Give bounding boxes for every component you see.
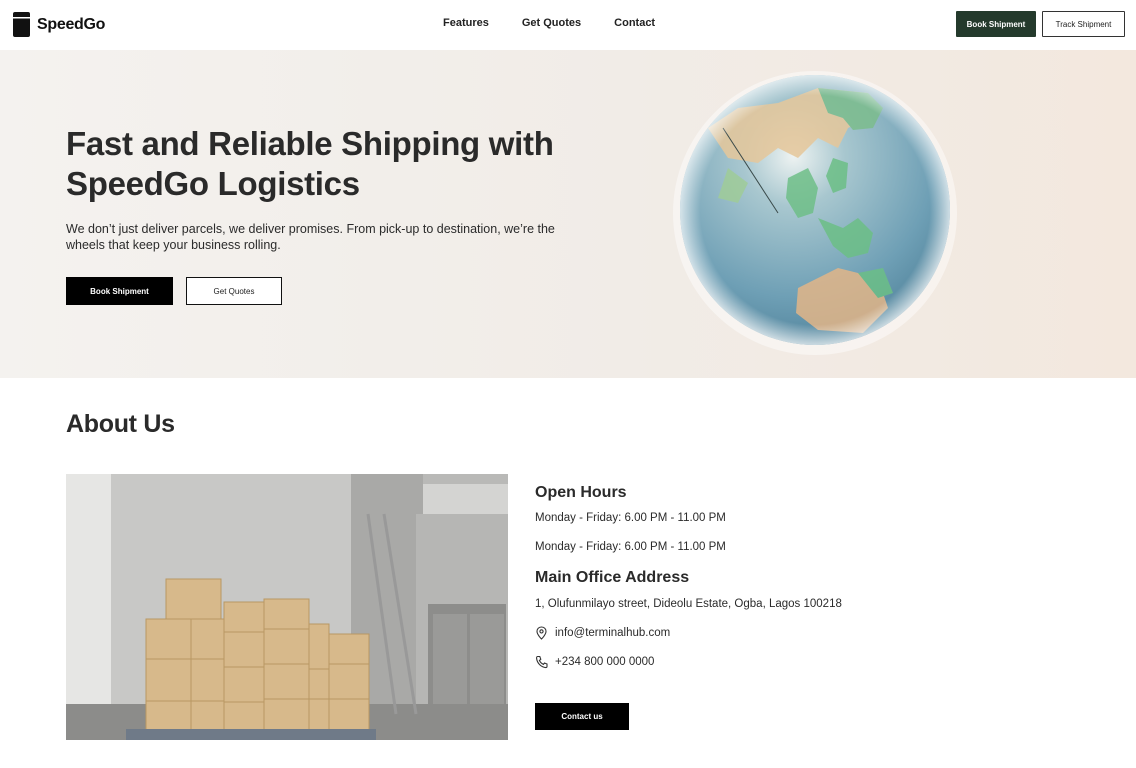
hours-line-1: Monday - Friday: 6.00 PM - 11.00 PM (535, 512, 726, 524)
hero-subtitle: We don’t just deliver parcels, we delive… (66, 222, 555, 252)
warehouse-photo (66, 474, 508, 740)
track-shipment-button[interactable]: Track Shipment (1042, 11, 1125, 37)
nav-link-features[interactable]: Features (443, 17, 489, 29)
email-text[interactable]: info@terminalhub.com (555, 627, 670, 639)
hero-title: Fast and Reliable Shipping with SpeedGo … (66, 125, 554, 202)
location-pin-icon (536, 626, 547, 640)
book-shipment-button-nav[interactable]: Book Shipment (956, 11, 1036, 37)
about-info: Open Hours Monday - Friday: 6.00 PM - 11… (535, 484, 1055, 669)
hero-section: Fast and Reliable Shipping with SpeedGo … (0, 50, 1136, 378)
get-quotes-button[interactable]: Get Quotes (186, 277, 282, 305)
office-address: 1, Olufunmilayo street, Dideolu Estate, … (535, 598, 842, 610)
about-title: About Us (66, 410, 175, 438)
main-office-title: Main Office Address (535, 569, 690, 586)
email-row: info@terminalhub.com (535, 626, 1055, 640)
nav-link-get-quotes[interactable]: Get Quotes (522, 17, 581, 29)
globe-illustration (673, 71, 957, 355)
phone-row: +234 800 000 0000 (535, 655, 1055, 669)
phone-text[interactable]: +234 800 000 0000 (555, 656, 654, 668)
nav-link-contact[interactable]: Contact (614, 17, 655, 29)
contact-us-button[interactable]: Contact us (535, 703, 629, 730)
phone-icon (536, 655, 548, 669)
logo-icon (13, 12, 30, 37)
top-navbar: SpeedGo Features Get Quotes Contact Book… (0, 0, 1136, 50)
nav-links: Features Get Quotes Contact (443, 17, 655, 29)
brand-logo[interactable]: SpeedGo (13, 12, 105, 37)
brand-name: SpeedGo (37, 15, 106, 33)
book-shipment-button[interactable]: Book Shipment (66, 277, 173, 305)
hours-line-2: Monday - Friday: 6.00 PM - 11.00 PM (535, 541, 726, 553)
open-hours-title: Open Hours (535, 484, 627, 501)
